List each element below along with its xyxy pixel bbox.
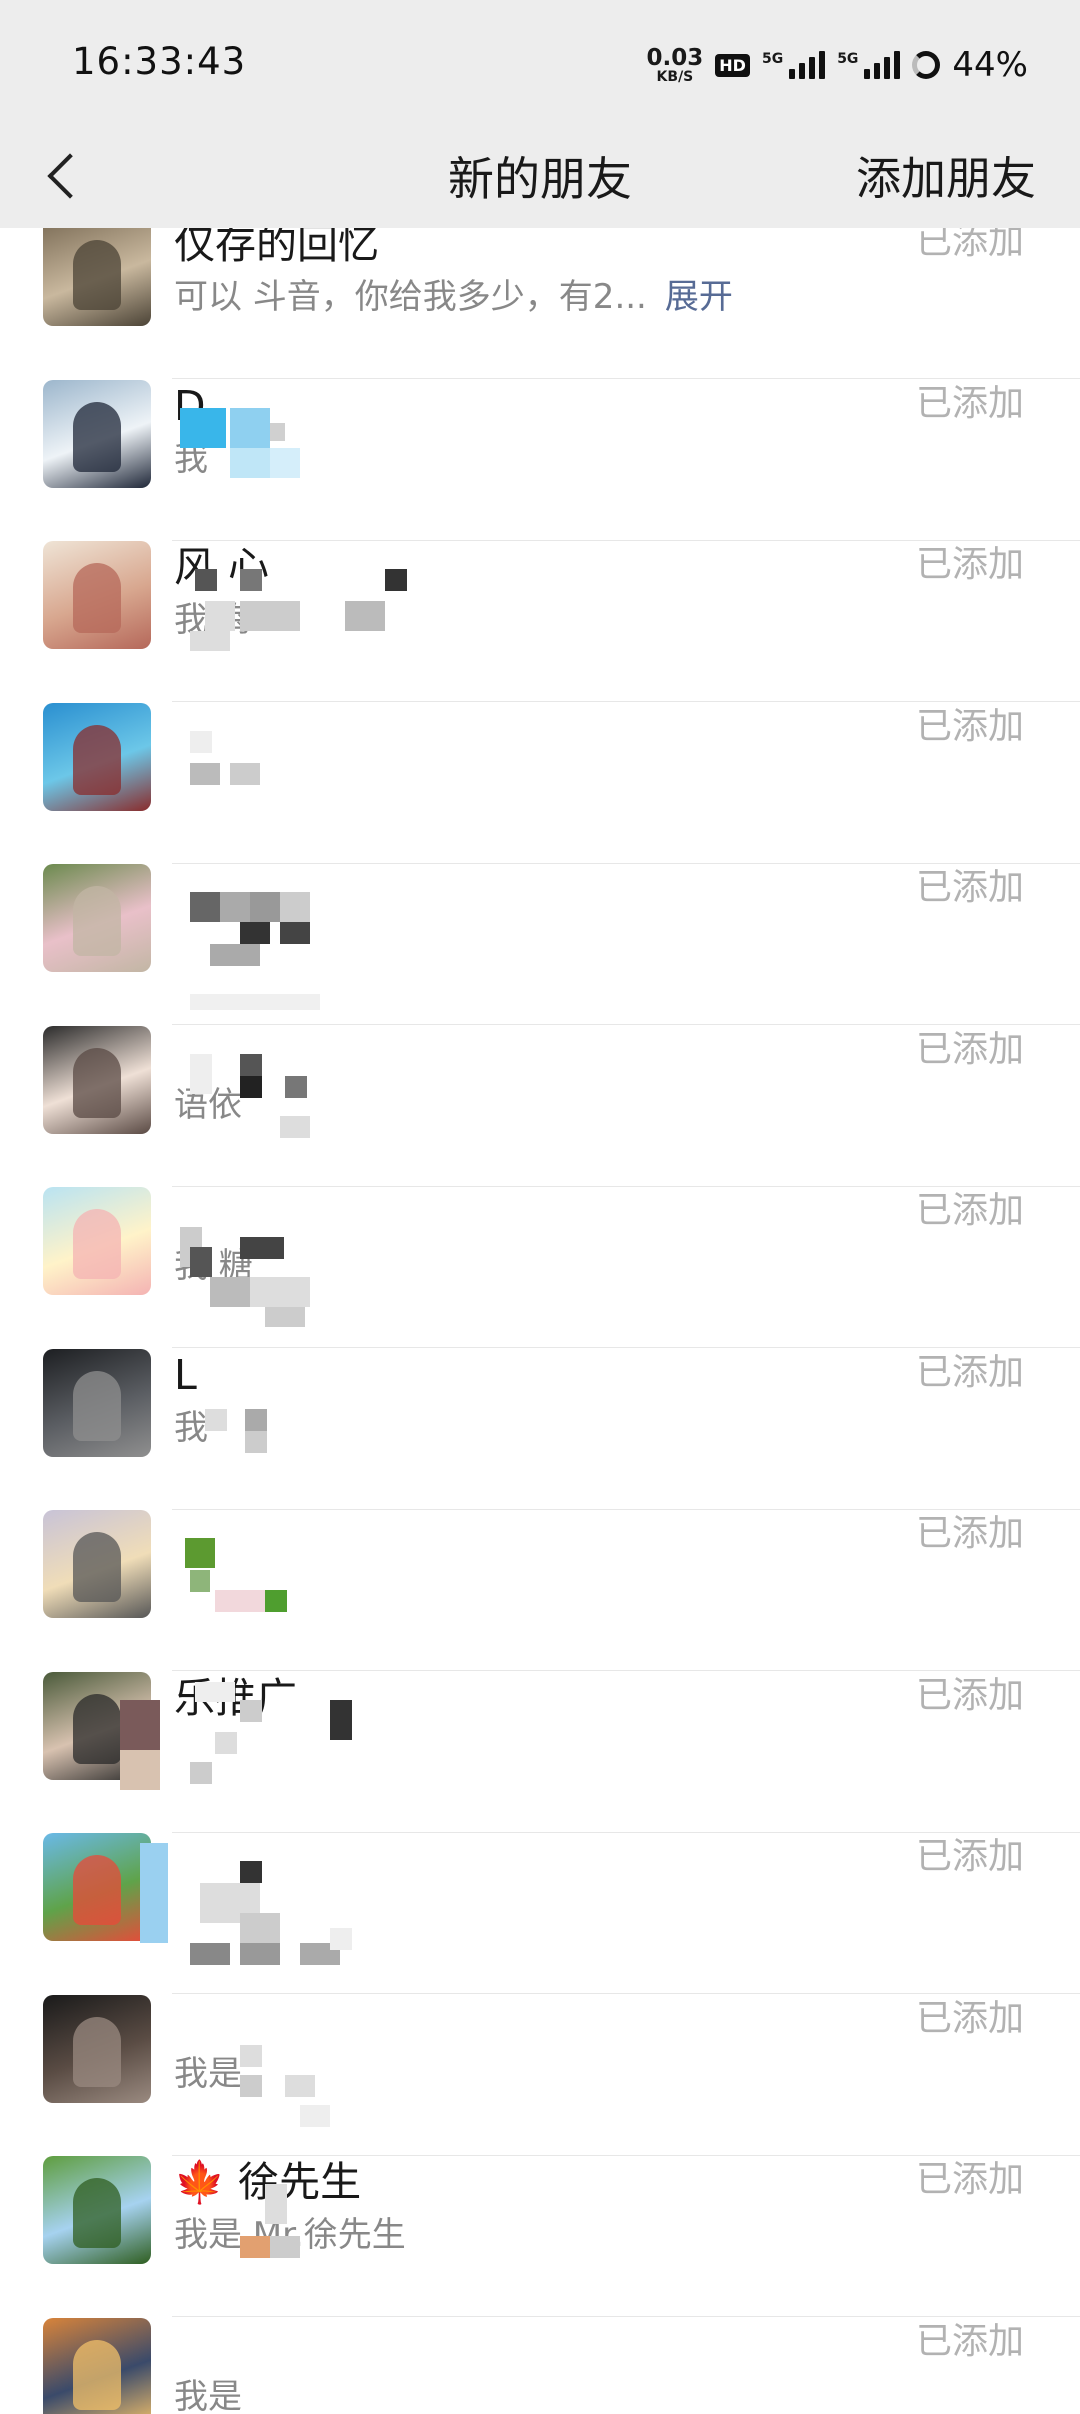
avatar[interactable] — [43, 2156, 151, 2264]
added-status: 已添加 — [915, 1997, 1024, 2039]
status-bar: 16:33:43 0.03 KB/S HD 5G 5G 44% — [0, 0, 1080, 130]
request-message-text: 我 — [174, 1407, 208, 1448]
friend-row[interactable]: 我是 已添加 — [0, 1994, 1080, 2156]
top-bar: 16:33:43 0.03 KB/S HD 5G 5G 44% 新的朋友 添加朋… — [0, 0, 1080, 228]
net-speed-value: 0.03 — [646, 44, 704, 71]
added-status: 已添加 — [915, 1836, 1024, 1877]
avatar[interactable] — [43, 1025, 151, 1134]
avatar[interactable] — [43, 2317, 151, 2414]
avatar[interactable] — [43, 228, 151, 326]
added-status: 已添加 — [915, 705, 1024, 747]
avatar[interactable] — [43, 1348, 151, 1457]
request-message: 我是 — [174, 2051, 242, 2097]
added-status: 已添加 — [915, 2320, 1024, 2362]
network-speed: 0.03 KB/S — [646, 44, 704, 85]
added-status: 已添加 — [915, 1674, 1024, 1716]
signal-5g-icon-2: 5G — [837, 51, 901, 79]
new-friends-list: 仅存的回忆 可以 斗音，你给我多少，有2... 展开 已添加 D 我已添加风 心我 海已添… — [0, 228, 1080, 2414]
avatar[interactable] — [43, 379, 151, 488]
status-icons: 0.03 KB/S HD 5G 5G 44% — [647, 40, 1028, 90]
add-friend-button[interactable]: 添加朋友 — [856, 130, 1036, 228]
friend-row[interactable]: 我 糖已添加 — [0, 1187, 1080, 1348]
avatar[interactable] — [43, 1510, 151, 1618]
battery-percent: 44% — [952, 45, 1028, 85]
request-message: 可以 斗音，你给我多少，有2... 展开 — [174, 274, 733, 320]
friend-name: L — [174, 1350, 197, 1399]
friend-row[interactable]: 🍁 徐先生 我是 Mr.徐先生 已添加 — [0, 2156, 1080, 2317]
friend-row[interactable]: 已添加 — [0, 702, 1080, 864]
avatar[interactable] — [43, 702, 151, 811]
added-status: 已添加 — [915, 1351, 1024, 1393]
avatar[interactable] — [43, 864, 151, 972]
added-status: 已添加 — [915, 1028, 1024, 1070]
avatar[interactable] — [43, 1833, 151, 1941]
added-status: 已添加 — [915, 544, 1024, 585]
friend-row[interactable]: 已添加 — [0, 1510, 1080, 1671]
request-message-text: 我是 — [174, 2376, 242, 2414]
clock: 16:33:43 — [72, 40, 247, 83]
friend-row[interactable]: 已添加 — [0, 864, 1080, 1025]
friend-row[interactable]: D 我已添加 — [0, 379, 1080, 541]
friend-name: 仅存的回忆 — [174, 228, 379, 268]
avatar[interactable] — [43, 541, 151, 649]
friend-row[interactable]: 仅存的回忆 可以 斗音，你给我多少，有2... 展开 已添加 — [0, 228, 1080, 441]
avatar[interactable] — [43, 1187, 151, 1295]
added-status: 已添加 — [915, 867, 1024, 908]
navigation-bar: 新的朋友 添加朋友 — [0, 130, 1080, 228]
friend-row[interactable]: L 我 已添加 — [0, 1348, 1080, 1510]
chevron-left-icon[interactable] — [36, 140, 96, 210]
avatar[interactable] — [43, 1994, 151, 2103]
added-status: 已添加 — [915, 382, 1024, 424]
request-message: 我 — [174, 1405, 208, 1451]
added-status: 已添加 — [915, 2159, 1024, 2200]
friend-row[interactable]: 已添加 — [0, 1833, 1080, 1994]
added-status: 已添加 — [915, 228, 1024, 262]
battery-icon — [912, 51, 941, 79]
added-status: 已添加 — [915, 1190, 1024, 1231]
hd-voice-icon: HD — [715, 53, 750, 77]
friend-row[interactable]: 我是 已添加 — [0, 2317, 1080, 2414]
friend-name: 乐推广 — [174, 1673, 297, 1722]
friend-row[interactable]: 语依 已添加 — [0, 1025, 1080, 1187]
added-status: 已添加 — [915, 1513, 1024, 1554]
request-message-text: 我是 — [174, 2053, 242, 2094]
signal-5g-icon-1: 5G — [761, 51, 826, 79]
request-message: 我是 — [174, 2374, 242, 2414]
request-message-text: 可以 斗音，你给我多少，有2... — [174, 277, 647, 317]
sig1-label: 5G — [761, 51, 784, 67]
net-speed-unit: KB/S — [656, 68, 694, 85]
sig2-label: 5G — [837, 51, 859, 67]
expand-link[interactable]: 展开 — [665, 277, 733, 317]
friend-row[interactable]: 风 心我 海已添加 — [0, 541, 1080, 702]
friend-row[interactable]: 乐推广 已添加 — [0, 1671, 1080, 1833]
